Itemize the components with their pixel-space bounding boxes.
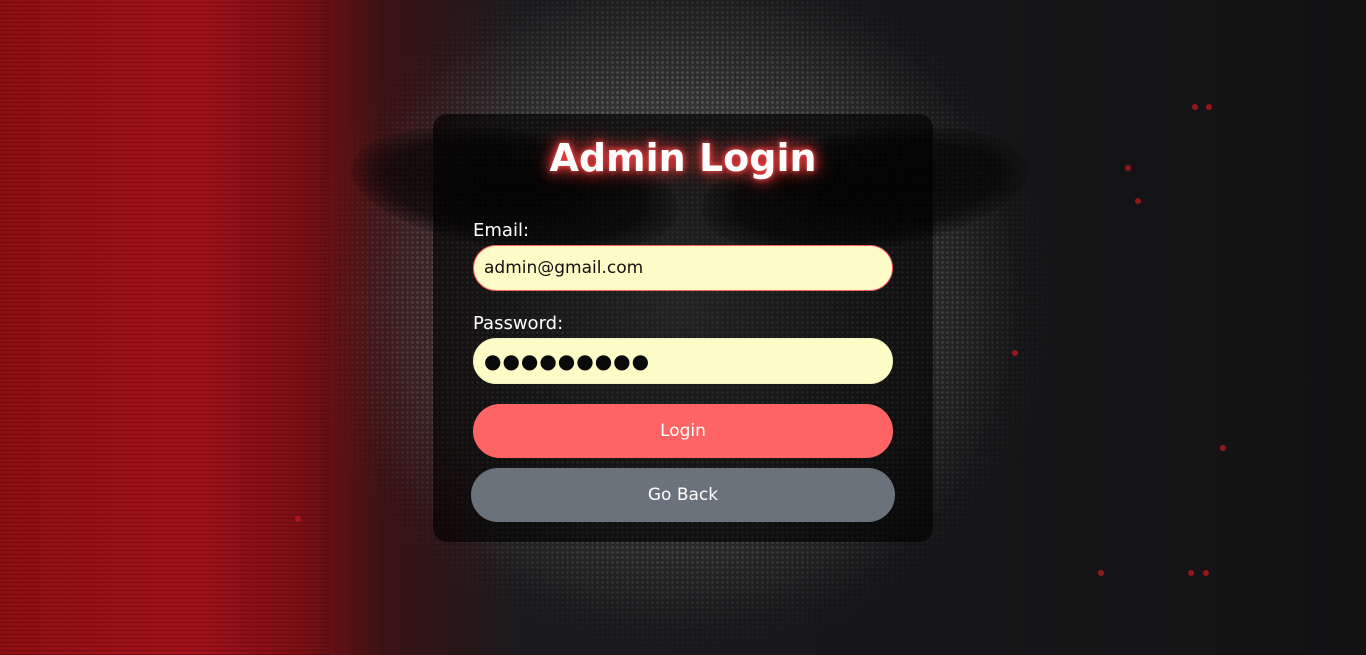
background-red-speck [1206,104,1212,110]
background-red-speck [1203,570,1209,576]
login-card: Admin Login Email: admin@gmail.com Passw… [433,114,933,542]
login-button[interactable]: Login [473,404,893,458]
page-title: Admin Login [549,136,817,180]
password-label: Password: [473,313,564,334]
background-red-speck [1098,570,1104,576]
email-value: admin@gmail.com [484,258,644,278]
background-red-speck [1220,445,1226,451]
go-back-button[interactable]: Go Back [471,468,895,522]
background-red-speck [1135,198,1141,204]
email-label: Email: [473,220,530,241]
password-field[interactable]: ●●●●●●●●● [473,338,893,384]
background-red-speck [1012,350,1018,356]
password-masked-value: ●●●●●●●●● [484,349,651,373]
background-red-speck [295,516,301,522]
background-red-speck [1188,570,1194,576]
background-red-speck [1125,165,1131,171]
email-field[interactable]: admin@gmail.com [473,245,893,291]
background-red-speck [1192,104,1198,110]
